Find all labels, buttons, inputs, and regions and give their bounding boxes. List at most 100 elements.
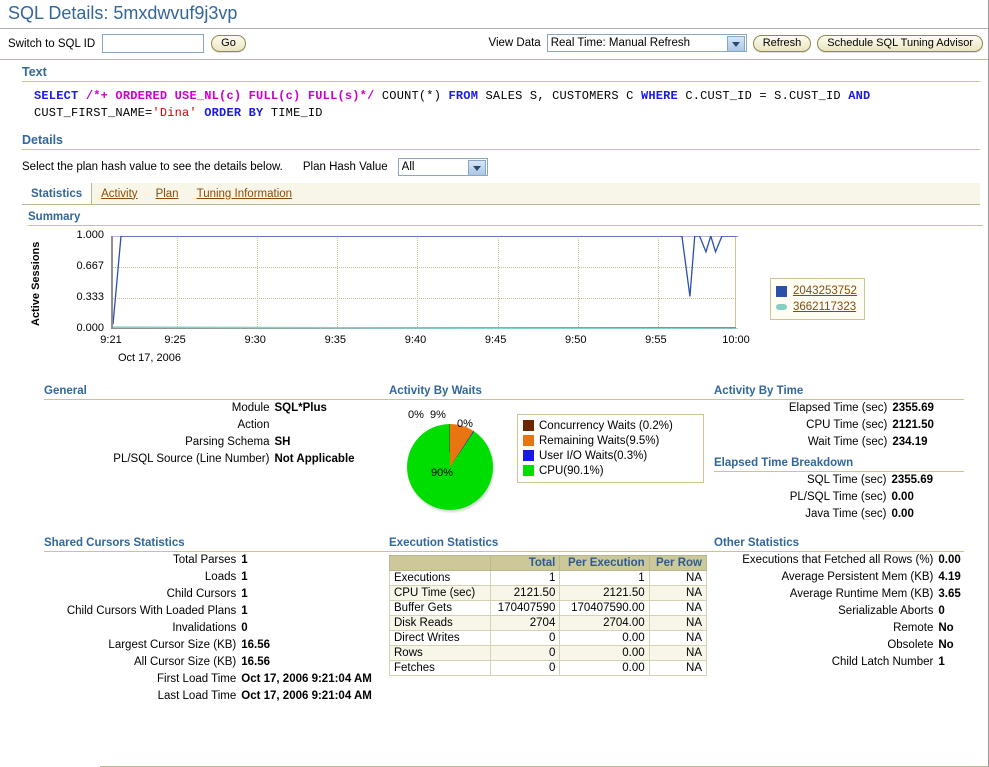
- shared-cursors-section: Shared Cursors Statistics Total Parses1L…: [14, 537, 389, 705]
- stat-value: 0.00: [891, 489, 964, 506]
- activity-by-time-heading: Activity By Time: [714, 385, 964, 399]
- plan-hash-select-wrapper[interactable]: All: [398, 158, 488, 176]
- table-row: Disk Reads27042704.00NA: [390, 616, 707, 631]
- chart-x-tick: 9:45: [485, 334, 506, 346]
- table-cell: NA: [649, 601, 706, 616]
- tab-statistics-label: Statistics: [31, 188, 82, 200]
- stat-label: Child Latch Number: [714, 654, 938, 671]
- table-cell: 170407590: [491, 601, 560, 616]
- tab-statistics[interactable]: Statistics: [22, 183, 92, 204]
- elapsed-breakdown-section: Elapsed Time Breakdown SQL Time (sec)235…: [714, 457, 964, 523]
- details-section-heading: Details: [8, 128, 980, 149]
- pie-slice-label-0: 0%: [408, 409, 424, 421]
- chart-y-tick: 0.000: [60, 322, 104, 334]
- activity-by-time-table: Elapsed Time (sec)2355.69CPU Time (sec)2…: [714, 400, 964, 451]
- sql-token: COUNT(*): [374, 89, 448, 103]
- stat-label: SQL Time (sec): [714, 472, 891, 489]
- stat-row: Invalidations0: [44, 620, 389, 637]
- chart-x-tick: 9:40: [405, 334, 426, 346]
- table-cell: 2121.50: [491, 586, 560, 601]
- stat-value: 0: [938, 603, 964, 620]
- stat-label: Total Parses: [44, 552, 241, 569]
- stat-value: No: [938, 620, 964, 637]
- other-statistics-section: Other Statistics Executions that Fetched…: [714, 537, 964, 705]
- chart-legend: 2043253752 3662117323: [770, 278, 865, 320]
- legend-item[interactable]: 2043253752: [776, 283, 857, 299]
- legend-item[interactable]: 3662117323: [776, 299, 857, 315]
- table-cell: 0.00: [560, 661, 649, 676]
- sql-token: C.CUST_ID = S.CUST_ID: [678, 89, 848, 103]
- sql-token: ORDER BY: [204, 106, 263, 120]
- pie-legend-item: User I/O Waits(0.3%): [523, 449, 698, 463]
- tab-plan[interactable]: Plan: [147, 183, 188, 204]
- sql-token: /*+ ORDERED USE_NL(c) FULL(c) FULL(s)*/: [86, 89, 375, 103]
- view-data-select[interactable]: Real Time: Manual Refresh: [547, 34, 747, 52]
- refresh-button[interactable]: Refresh: [753, 35, 812, 52]
- stat-value: 16.56: [241, 637, 389, 654]
- stat-row: Last Load TimeOct 17, 2006 9:21:04 AM: [44, 688, 389, 705]
- table-cell: 170407590.00: [560, 601, 649, 616]
- plan-hash-select[interactable]: All: [398, 158, 488, 176]
- stat-value: 2121.50: [892, 417, 964, 434]
- statistics-panel: Summary Active Sessions 1.0000.6670.3330…: [14, 205, 988, 705]
- stat-value: [274, 417, 389, 434]
- advisor-button-label: Schedule SQL Tuning Advisor: [827, 37, 973, 49]
- sql-token: SALES S, CUSTOMERS C: [478, 89, 641, 103]
- stat-row: Average Runtime Mem (KB)3.65: [714, 586, 964, 603]
- pie-slice-label-3: 90%: [431, 467, 453, 479]
- table-cell: 2704: [491, 616, 560, 631]
- switch-sql-id-input[interactable]: [102, 34, 204, 53]
- stat-value: Not Applicable: [274, 451, 389, 468]
- pie-legend-label: Remaining Waits(9.5%): [539, 434, 659, 448]
- execution-statistics-table: TotalPer ExecutionPer RowExecutions11NAC…: [389, 555, 707, 676]
- stat-value: 1: [938, 654, 964, 671]
- stats-row-one: General ModuleSQL*PlusActionParsing Sche…: [14, 385, 988, 523]
- stat-label: Child Cursors With Loaded Plans: [44, 603, 241, 620]
- stat-label: Largest Cursor Size (KB): [44, 637, 241, 654]
- chart-x-tick: 9:30: [245, 334, 266, 346]
- schedule-sql-tuning-advisor-button[interactable]: Schedule SQL Tuning Advisor: [817, 35, 983, 52]
- table-cell: NA: [649, 571, 706, 586]
- time-stats-column: Activity By Time Elapsed Time (sec)2355.…: [714, 385, 964, 523]
- stat-row: Wait Time (sec)234.19: [714, 434, 964, 451]
- tab-activity[interactable]: Activity: [92, 183, 146, 204]
- stat-row: PL/SQL Time (sec)0.00: [714, 489, 964, 506]
- stat-row: Child Latch Number1: [714, 654, 964, 671]
- stat-value: 1: [241, 586, 389, 603]
- row-label: Disk Reads: [390, 616, 491, 631]
- tab-plan-label[interactable]: Plan: [156, 188, 179, 200]
- pie-legend-label: User I/O Waits(0.3%): [539, 449, 647, 463]
- go-button[interactable]: Go: [211, 35, 246, 52]
- legend-label-plan-2[interactable]: 3662117323: [793, 301, 856, 313]
- general-heading: General: [44, 385, 389, 399]
- stat-value: 1: [241, 603, 389, 620]
- stat-value: 2355.69: [892, 400, 964, 417]
- table-cell: 1: [560, 571, 649, 586]
- tab-tuning-information-label[interactable]: Tuning Information: [197, 188, 292, 200]
- legend-label-plan-1[interactable]: 2043253752: [793, 285, 857, 297]
- activity-by-waits-heading: Activity By Waits: [389, 385, 714, 399]
- tab-tuning-information[interactable]: Tuning Information: [188, 183, 301, 204]
- stat-value: 0: [241, 620, 389, 637]
- stat-label: PL/SQL Time (sec): [714, 489, 891, 506]
- row-label: CPU Time (sec): [390, 586, 491, 601]
- chart-date-label: Oct 17, 2006: [118, 352, 181, 364]
- stat-row: Child Cursors With Loaded Plans1: [44, 603, 389, 620]
- stat-label: First Load Time: [44, 671, 241, 688]
- table-cell: NA: [649, 661, 706, 676]
- table-cell: NA: [649, 646, 706, 661]
- table-cell: 0.00: [560, 631, 649, 646]
- tab-activity-label[interactable]: Activity: [101, 188, 137, 200]
- view-data-select-wrapper[interactable]: Real Time: Manual Refresh: [547, 34, 747, 52]
- table-header-row: TotalPer ExecutionPer Row: [390, 556, 707, 571]
- sql-token: SELECT: [34, 89, 78, 103]
- sql-token: CUST_FIRST_NAME=: [34, 106, 152, 120]
- stat-label: Loads: [44, 569, 241, 586]
- active-sessions-chart: Active Sessions 1.0000.6670.3330.000 9:2…: [30, 230, 988, 375]
- execution-statistics-divider: [389, 551, 714, 552]
- stat-label: Elapsed Time (sec): [714, 400, 892, 417]
- row-label: Executions: [390, 571, 491, 586]
- stat-value: 2355.69: [891, 472, 964, 489]
- pie-legend-label: CPU(90.1%): [539, 464, 604, 478]
- sql-token: [78, 89, 85, 103]
